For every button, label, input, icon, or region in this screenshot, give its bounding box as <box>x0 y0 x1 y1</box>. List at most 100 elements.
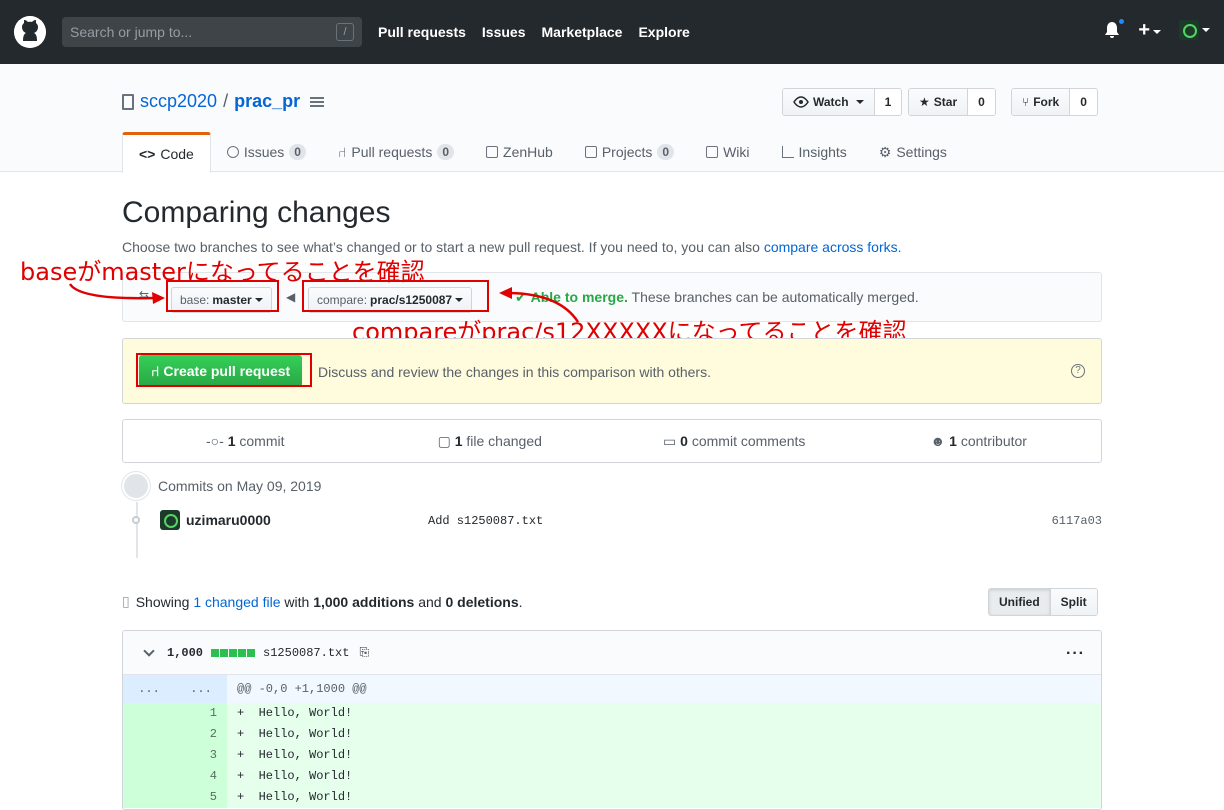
line-content: + Hello, World! <box>227 766 1101 787</box>
repo-owner-link[interactable]: sccp2020 <box>140 91 217 112</box>
repo-icon <box>122 93 134 110</box>
with-label: with <box>280 593 314 610</box>
more-options-icon[interactable]: ··· <box>1066 645 1085 663</box>
tab-settings[interactable]: ⚙ Settings <box>863 132 963 172</box>
tab-label: ZenHub <box>503 144 553 160</box>
issue-icon <box>226 146 239 158</box>
fork-button[interactable]: ⑂ Fork <box>1012 89 1071 115</box>
new-line-number[interactable]: 2 <box>175 724 227 745</box>
star-button[interactable]: ★ Star <box>909 89 969 115</box>
pr-count-badge: 0 <box>437 144 455 160</box>
watch-label: Watch <box>813 95 849 109</box>
unified-button[interactable]: Unified <box>989 589 1051 615</box>
diff-line: 2 + Hello, World! <box>123 724 1101 745</box>
repo-description-icon[interactable] <box>310 96 325 107</box>
split-button[interactable]: Split <box>1050 589 1097 615</box>
fork-label: Fork <box>1033 95 1060 109</box>
tab-zenhub[interactable]: ZenHub <box>470 132 569 172</box>
tab-label: Wiki <box>723 144 750 160</box>
help-icon[interactable]: ? <box>1071 364 1085 378</box>
top-nav: Pull requests Issues Marketplace Explore <box>378 24 690 40</box>
expand-up-icon[interactable]: ... <box>123 675 175 703</box>
github-logo-icon[interactable] <box>14 16 46 48</box>
file-name[interactable]: s1250087.txt <box>263 646 349 660</box>
comments-stat[interactable]: ▭ 0 commit comments <box>612 433 857 450</box>
file-header: 1,000 s1250087.txt ⎘ ··· <box>123 631 1101 675</box>
repo-separator: / <box>223 91 229 111</box>
diff-view-toggle: Unified Split <box>988 588 1098 616</box>
avatar[interactable] <box>160 510 180 530</box>
commit-sha[interactable]: 6117a03 <box>1052 514 1102 528</box>
files-stat[interactable]: ▢ 1 file changed <box>368 433 613 450</box>
notifications-bell-icon[interactable] <box>1104 17 1127 39</box>
diff-line: 1 + Hello, World! <box>123 703 1101 724</box>
old-line-number <box>123 703 175 724</box>
old-line-number <box>123 766 175 787</box>
star-label: Star <box>933 95 958 109</box>
additions-count: 1,000 additions <box>313 593 415 610</box>
old-line-number <box>123 724 175 745</box>
zenhub-icon <box>486 146 499 158</box>
tab-label: Projects <box>601 144 653 160</box>
fork-count[interactable]: 0 <box>1070 89 1097 115</box>
projects-count-badge: 0 <box>657 144 675 160</box>
tab-label: Issues <box>243 144 285 160</box>
create-new-dropdown[interactable]: + <box>1138 20 1161 40</box>
commit-message[interactable]: Add s1250087.txt <box>428 514 543 528</box>
commits-label: commit <box>235 433 285 449</box>
notification-dot <box>1117 17 1127 26</box>
commit-author[interactable]: uzimaru0000 <box>186 512 271 528</box>
nav-issues[interactable]: Issues <box>482 24 526 40</box>
watch-count[interactable]: 1 <box>874 89 902 115</box>
expand-down-icon[interactable]: ... <box>175 675 227 703</box>
commit-group-header: Commits on May 09, 2019 <box>122 472 321 500</box>
nav-pull-requests[interactable]: Pull requests <box>378 24 466 40</box>
file-diff-icon: ▢ <box>437 432 455 449</box>
new-line-number[interactable]: 5 <box>175 787 227 808</box>
tab-pull-requests[interactable]: ⑁ Pull requests 0 <box>322 132 470 172</box>
commit-icon: -○- <box>206 433 228 449</box>
and-label: and <box>414 593 446 610</box>
summary-end: . <box>518 593 523 610</box>
new-line-number[interactable]: 3 <box>175 745 227 766</box>
hunk-header: ... ... @@ -0,0 +1,1000 @@ <box>123 675 1101 703</box>
tab-projects[interactable]: Projects 0 <box>569 132 690 172</box>
wiki-icon <box>706 146 719 158</box>
gear-icon: ⚙ <box>878 143 892 160</box>
contributors-stat[interactable]: ☻ 1 contributor <box>857 433 1102 449</box>
changed-files-link[interactable]: 1 changed file <box>193 594 280 610</box>
nav-marketplace[interactable]: Marketplace <box>542 24 623 40</box>
line-content: + Hello, World! <box>227 703 1101 724</box>
user-avatar-dropdown[interactable] <box>1179 20 1210 40</box>
commits-stat[interactable]: -○- 1 commit <box>123 433 368 449</box>
code-icon: <> <box>139 146 156 162</box>
compare-forks-link[interactable]: compare across forks <box>764 239 898 255</box>
diff-line: 4 + Hello, World! <box>123 766 1101 787</box>
tab-insights[interactable]: Insights <box>766 132 863 172</box>
clipboard-icon[interactable]: ⎘ <box>359 645 369 660</box>
new-line-number[interactable]: 4 <box>175 766 227 787</box>
file-diff: 1,000 s1250087.txt ⎘ ··· ... ... @@ -0,0… <box>122 630 1102 810</box>
tab-issues[interactable]: Issues 0 <box>211 132 322 172</box>
chevron-down-icon[interactable] <box>143 644 155 657</box>
tab-wiki[interactable]: Wiki <box>690 132 765 172</box>
star-count[interactable]: 0 <box>968 89 995 115</box>
graph-icon <box>781 146 794 158</box>
old-line-number <box>123 787 175 808</box>
nav-explore[interactable]: Explore <box>638 24 689 40</box>
tab-code[interactable]: <> Code <box>122 132 211 173</box>
search-input[interactable]: Search or jump to... / <box>62 17 362 47</box>
tab-label: Pull requests <box>351 144 433 160</box>
watch-button[interactable]: Watch <box>783 89 875 115</box>
repo-name-link[interactable]: prac_pr <box>234 91 300 112</box>
commit-date: Commits on May 09, 2019 <box>158 478 322 494</box>
new-line-number[interactable]: 1 <box>175 703 227 724</box>
showing-label: Showing <box>135 593 194 610</box>
comments-count: 0 <box>680 432 688 449</box>
pull-request-icon: ⑁ <box>337 144 347 160</box>
issues-count-badge: 0 <box>289 144 306 160</box>
tab-label: Insights <box>798 144 847 160</box>
compare-stats: -○- 1 commit ▢ 1 file changed ▭ 0 commit… <box>122 419 1102 463</box>
hunk-text: @@ -0,0 +1,1000 @@ <box>237 682 367 696</box>
contributors-count: 1 <box>949 433 957 449</box>
